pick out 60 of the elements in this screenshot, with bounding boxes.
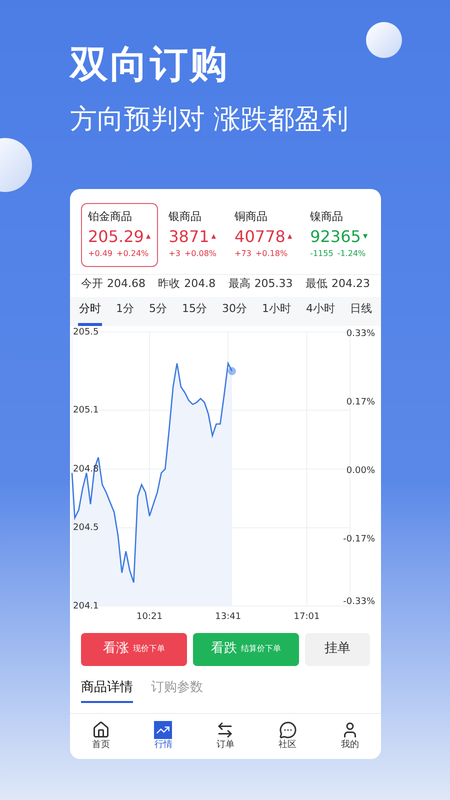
percent-axis-label: 0.00% (346, 466, 375, 476)
stat-label: 昨收 (158, 276, 180, 292)
change-value: +0.49 (88, 248, 113, 260)
stat-value: 204.68 (107, 276, 146, 292)
percent-axis-label: -0.17% (343, 534, 375, 544)
nav-item[interactable]: 我的 (330, 721, 370, 752)
nav-item[interactable]: 行情 (143, 721, 184, 752)
stat-value: 204.8 (184, 276, 216, 292)
x-axis-label: 10:21 (136, 612, 162, 622)
y-axis-label: 204.5 (73, 522, 99, 533)
change-value: +73 (234, 248, 252, 260)
commodity-name: 镍商品 (310, 209, 344, 225)
period-tab[interactable]: 分时 (78, 296, 102, 326)
circle-decoration (366, 22, 402, 58)
price: 40778 (234, 226, 286, 248)
stat-label: 最高 (228, 276, 250, 292)
stat-label: 今开 (81, 276, 103, 292)
y-axis-label: 204.1 (73, 600, 99, 611)
stat-label: 最低 (305, 276, 328, 292)
commodity-name: 铂金商品 (88, 209, 133, 225)
commodity-name: 银商品 (168, 209, 203, 225)
change-value: +3 (168, 248, 180, 260)
commodity-name: 铜商品 (234, 209, 269, 225)
change-percent: +0.08% (184, 248, 217, 260)
x-axis-label: 17:01 (294, 612, 320, 622)
chat-icon (278, 721, 297, 739)
buy-up-button[interactable]: 看涨 现价下单 (81, 632, 187, 666)
nav-item[interactable]: 社区 (268, 721, 308, 752)
nav-item[interactable]: 订单 (205, 721, 246, 752)
y-axis-label: 205.1 (73, 405, 99, 416)
chart-icon (154, 721, 172, 739)
period-tab[interactable]: 15分 (181, 296, 208, 326)
period-tab[interactable]: 5分 (148, 296, 168, 326)
arrows-icon (216, 721, 234, 739)
pending-order-button[interactable]: 挂单 (305, 632, 370, 666)
stat-value: 205.33 (254, 276, 293, 292)
period-tab[interactable]: 1分 (115, 296, 135, 326)
subheadline: 方向预判对 涨跌都盈利 (70, 103, 349, 137)
period-tab[interactable]: 日线 (349, 296, 373, 326)
change-percent: +0.18% (255, 248, 288, 260)
change-percent: -1.24% (337, 248, 366, 260)
percent-axis-label: -0.33% (343, 596, 375, 606)
price: 92365 (310, 226, 361, 248)
period-tab[interactable]: 1小时 (261, 296, 292, 326)
headline: 双向订购 (70, 41, 230, 88)
home-icon (92, 721, 110, 739)
detail-tab[interactable]: 商品详情 (81, 678, 133, 703)
percent-axis-label: 0.17% (346, 397, 375, 407)
change-percent: +0.24% (116, 248, 149, 260)
period-tab[interactable]: 30分 (221, 296, 248, 326)
price: 205.29 (88, 226, 144, 248)
nav-item[interactable]: 首页 (81, 721, 122, 752)
stat-value: 204.23 (331, 276, 370, 292)
period-tab[interactable]: 4小时 (305, 296, 336, 326)
x-axis-label: 13:41 (215, 612, 242, 622)
y-axis-label: 205.5 (73, 326, 99, 337)
percent-axis-label: 0.33% (346, 328, 375, 338)
change-value: -1155 (310, 248, 334, 260)
price: 3871 (168, 226, 210, 248)
current-point-marker (228, 366, 236, 375)
